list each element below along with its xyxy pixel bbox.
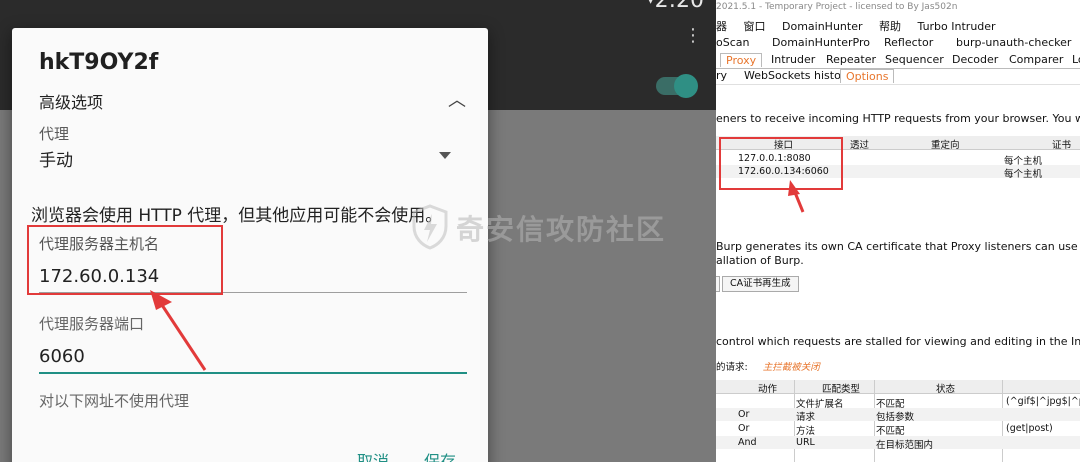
chevron-up-icon[interactable]: ︿: [448, 86, 466, 112]
watermark-text: 奇安信攻防社区: [456, 213, 667, 246]
tab-sequencer[interactable]: Sequencer: [885, 53, 944, 66]
table-row[interactable]: Or 请求 包括参数: [716, 408, 1080, 423]
more-options-icon[interactable]: ⋮: [684, 26, 702, 46]
intercept-description: control which requests are stalled for v…: [716, 335, 1080, 348]
tab-decoder[interactable]: Decoder: [952, 53, 998, 66]
advanced-options-label[interactable]: 高级选项: [39, 89, 103, 113]
rule-condition: (get|post): [1006, 423, 1053, 434]
column-divider: [874, 380, 875, 462]
rule-condition: (^gif$|^jpg$|^pn: [1006, 396, 1080, 407]
tab-comparer[interactable]: Comparer: [1009, 53, 1063, 66]
menu-item-help[interactable]: 帮助: [879, 20, 901, 33]
wifi-toggle[interactable]: [656, 74, 698, 98]
tab-domainhunterpro[interactable]: DomainHunterPro: [772, 36, 870, 49]
menu-item-turbo-intruder[interactable]: Turbo Intruder: [918, 20, 996, 33]
rule-relationship: 包括参数: [876, 412, 915, 423]
proxy-label: 代理: [39, 125, 70, 143]
toggle-knob: [674, 74, 698, 98]
col-invisible: 透过: [850, 140, 870, 151]
rule-relationship: 在目标范围内: [876, 440, 934, 451]
proxy-mode-select[interactable]: 手动: [39, 146, 73, 171]
column-divider: [794, 380, 795, 462]
tab-burp-unauth-checker[interactable]: burp-unauth-checker: [956, 36, 1071, 49]
menu-bar: 器 窗口 DomainHunter 帮助 Turbo Intruder: [716, 18, 1009, 34]
table-row[interactable]: 文件扩展名 不匹配 (^gif$|^jpg$|^pn: [716, 395, 1080, 410]
proxy-subtabs: ry WebSockets history Options: [716, 69, 1080, 85]
tab-logger[interactable]: Lo: [1072, 53, 1080, 66]
rule-operator: And: [738, 437, 757, 448]
intercept-master-status: 主拦截被关闭: [762, 362, 820, 373]
table-row[interactable]: And URL 在目标范围内: [716, 436, 1080, 451]
intercept-requests-label: 的请求: 主拦截被关闭: [716, 359, 820, 373]
rule-match-type: URL: [796, 437, 815, 448]
rule-match-type: 请求: [796, 412, 816, 423]
window-title: 2021.5.1 - Temporary Project - licensed …: [716, 2, 958, 12]
tab-proxy[interactable]: Proxy: [720, 53, 763, 67]
column-divider: [1002, 380, 1003, 462]
highlight-box-listener: [719, 137, 843, 190]
rule-match-type: 方法: [796, 426, 816, 437]
listener-cert: 每个主机: [1004, 169, 1043, 180]
menu-item[interactable]: 器: [716, 20, 727, 33]
listeners-description: eners to receive incoming HTTP requests …: [716, 112, 1080, 125]
proxy-note: 浏览器会使用 HTTP 代理，但其他应用可能不会使用。: [31, 206, 443, 226]
highlight-box-host: [27, 225, 223, 295]
bypass-proxy-label: 对以下网址不使用代理: [39, 392, 190, 410]
col-match-type: 匹配类型: [822, 384, 861, 395]
tab-oscan[interactable]: oScan: [716, 36, 749, 49]
status-time: 2:20: [654, 0, 704, 13]
tab-repeater[interactable]: Repeater: [826, 53, 876, 66]
col-operator: 动作: [758, 384, 778, 395]
tab-reflector[interactable]: Reflector: [884, 36, 933, 49]
dialog-title: hkT9OY2f: [39, 50, 159, 75]
android-screen: ▼ 2:20 ⋮ hkT9OY2f 高级选项 ︿ 代理 手动 浏览器会使用 HT…: [0, 0, 716, 462]
dropdown-arrow-icon[interactable]: [439, 152, 451, 159]
watermark-logo-icon: [412, 204, 448, 250]
ca-description: Burp generates its own CA certificate th…: [716, 240, 1080, 268]
ca-description-line-2: allation of Burp.: [716, 254, 804, 267]
cancel-button[interactable]: 取消: [357, 448, 389, 462]
intercept-label-text: 的请求:: [716, 362, 748, 373]
tab-options[interactable]: Options: [840, 69, 895, 83]
regenerate-ca-button[interactable]: CA证书再生成: [722, 276, 799, 292]
ca-description-line-1: Burp generates its own CA certificate th…: [716, 240, 1080, 253]
tab-intruder[interactable]: Intruder: [771, 53, 815, 66]
rules-table-header: 动作 匹配类型 状态: [716, 380, 1080, 395]
import-export-ca-button[interactable]: [716, 276, 720, 292]
rule-operator: Or: [738, 409, 750, 420]
col-relationship: 状态: [936, 384, 956, 395]
main-tabs: Proxy Intruder Repeater Sequencer Decode…: [716, 51, 1080, 69]
table-row[interactable]: Or 方法 不匹配 (get|post): [716, 422, 1080, 437]
col-certificate: 证书: [1052, 140, 1072, 151]
extension-tabs: oScan DomainHunterPro Reflector burp-una…: [716, 36, 1080, 52]
rule-operator: Or: [738, 423, 750, 434]
burp-window: 2021.5.1 - Temporary Project - licensed …: [716, 0, 1080, 462]
menu-item-window[interactable]: 窗口: [744, 20, 766, 33]
proxy-port-input[interactable]: 6060: [39, 342, 467, 374]
tab-websockets-history[interactable]: WebSockets history: [744, 69, 852, 82]
tab-http-history[interactable]: ry: [716, 69, 727, 82]
save-button[interactable]: 保存: [424, 448, 456, 462]
rule-relationship: 不匹配: [876, 426, 905, 437]
proxy-port-label: 代理服务器端口: [39, 315, 145, 333]
menu-item-domainhunter[interactable]: DomainHunter: [782, 20, 863, 33]
col-redirect: 重定向: [931, 140, 960, 151]
